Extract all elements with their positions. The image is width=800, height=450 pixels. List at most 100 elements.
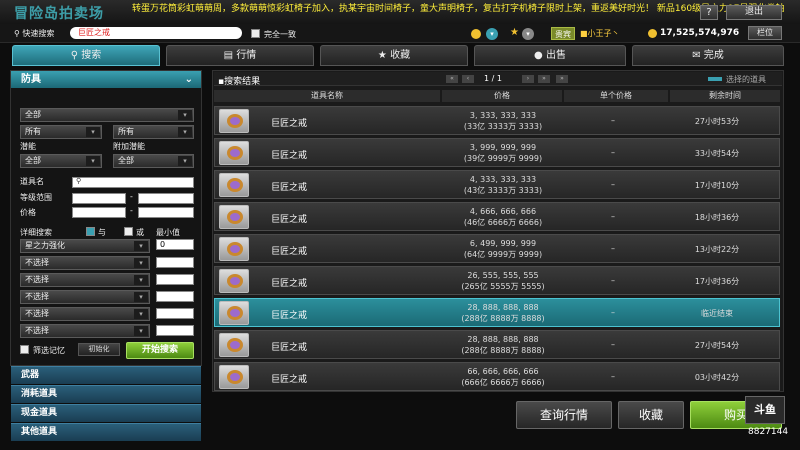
and-label: 与 xyxy=(98,228,106,237)
last-page-button[interactable]: » xyxy=(538,75,550,83)
prev-page-button[interactable]: ‹ xyxy=(462,75,474,83)
item-price: 66, 666, 666, 666 (666亿 6666万 6666) xyxy=(461,367,545,387)
selected-legend-label: 选择的道具 xyxy=(726,75,766,84)
or-checkbox[interactable] xyxy=(124,227,133,236)
item-price: 6, 499, 999, 999 (64亿 9999万 9999) xyxy=(463,239,543,259)
category-weapon[interactable]: 武器 xyxy=(11,366,201,384)
item-unit-price: – xyxy=(611,116,615,125)
ring-item-icon xyxy=(219,237,249,261)
favorite-button[interactable]: 收藏 xyxy=(618,401,684,429)
potential-select[interactable]: 全部 ▾ xyxy=(20,154,102,168)
table-row[interactable]: 巨匠之戒 6, 499, 999, 999 (64亿 9999万 9999) – 13小… xyxy=(214,234,780,263)
tab-complete[interactable]: ✉ 完成 xyxy=(632,45,784,66)
extra-page-button[interactable]: » xyxy=(556,75,568,83)
item-unit-price: – xyxy=(611,276,615,285)
help-button[interactable]: ? xyxy=(700,5,718,20)
item-price: 4, 666, 666, 666 (46亿 6666万 6666) xyxy=(463,207,543,227)
quick-search-label: ⚲ 快速搜索 xyxy=(14,29,55,38)
and-checkbox[interactable] xyxy=(86,227,95,236)
item-time-left: 17小时10分 xyxy=(694,181,740,190)
window-title: 冒险岛拍卖场 xyxy=(14,6,104,22)
table-row[interactable]: 巨匠之戒 4, 666, 666, 666 (46亿 6666万 6666) – 18小… xyxy=(214,202,780,231)
stat-value-1[interactable]: 0 xyxy=(156,239,194,250)
stat-value-5[interactable] xyxy=(156,308,194,319)
column-header-price[interactable]: 价格 xyxy=(442,90,562,102)
column-header-unit-price[interactable]: 单个价格 xyxy=(564,90,668,102)
table-row[interactable]: 巨匠之戒 3, 999, 999, 999 (39亿 9999万 9999) – 33小… xyxy=(214,138,780,167)
column-header-name[interactable]: 道具名称 xyxy=(214,90,440,102)
item-price: 3, 333, 333, 333 (33亿 3333万 3333) xyxy=(463,111,543,131)
mail-icon: ✉ xyxy=(692,50,704,61)
item-time-left: 13小时22分 xyxy=(694,245,740,254)
market-query-button[interactable]: 查询行情 xyxy=(516,401,612,429)
job-select-1[interactable]: 所有 ▾ xyxy=(20,125,102,139)
price-max-input[interactable] xyxy=(138,207,194,218)
stat-select-4[interactable]: 不选择 ▾ xyxy=(20,290,150,304)
stat-select-1[interactable]: 星之力强化 ▾ xyxy=(20,239,150,253)
extra-potential-select[interactable]: 全部 ▾ xyxy=(113,154,194,168)
tab-favorites[interactable]: ★ 收藏 xyxy=(320,45,468,66)
stat-select-3[interactable]: 不选择 ▾ xyxy=(20,273,150,287)
reset-button[interactable]: 初始化 xyxy=(78,343,120,356)
item-name: 巨匠之戒 xyxy=(271,279,308,289)
item-unit-price: – xyxy=(611,340,615,349)
level-range-label: 等级范围 xyxy=(20,193,52,202)
stat-select-2[interactable]: 不选择 ▾ xyxy=(20,256,150,270)
stat-value-6[interactable] xyxy=(156,325,194,336)
category-header[interactable]: 防具 ⌄ xyxy=(11,71,201,88)
stat-select-6[interactable]: 不选择 ▾ xyxy=(20,324,150,338)
table-row[interactable]: 巨匠之戒 28, 888, 888, 888 (288亿 8888万 8888) – 2… xyxy=(214,330,780,359)
column-header-time[interactable]: 剩余时间 xyxy=(670,90,780,102)
category-cash[interactable]: 现金道具 xyxy=(11,404,201,422)
item-price: 28, 888, 888, 888 (288亿 8888万 8888) xyxy=(461,335,545,355)
item-name-input[interactable]: ⚲ xyxy=(72,177,194,188)
stat-value-4[interactable] xyxy=(156,291,194,302)
exit-button[interactable]: 退出 xyxy=(726,5,782,20)
price-min-input[interactable] xyxy=(72,207,126,218)
selected-legend-swatch xyxy=(708,77,722,81)
exact-match-checkbox[interactable] xyxy=(251,29,260,38)
slot-button[interactable]: 栏位 xyxy=(748,26,782,40)
chevron-down-icon: ▾ xyxy=(86,127,100,137)
detail-search-label: 详细搜索 xyxy=(20,228,52,237)
category-consumable[interactable]: 消耗道具 xyxy=(11,385,201,403)
first-page-button[interactable]: « xyxy=(446,75,458,83)
price-range-separator: - xyxy=(130,206,133,215)
quick-search-input[interactable]: 巨匠之戒 xyxy=(70,27,242,39)
table-row[interactable]: 巨匠之戒 66, 666, 666, 666 (666亿 6666万 6666) – 0… xyxy=(214,362,780,391)
min-value-label: 最小值 xyxy=(156,228,180,237)
table-row[interactable]: 巨匠之戒 28, 888, 888, 888 (288亿 8888万 8888) – 临… xyxy=(214,298,780,327)
table-row[interactable]: 巨匠之戒 4, 333, 333, 333 (43亿 3333万 3333) – 17小… xyxy=(214,170,780,199)
chevron-down-icon: ▾ xyxy=(178,110,192,120)
next-page-button[interactable]: › xyxy=(522,75,534,83)
dropdown-icon[interactable]: ▾ xyxy=(486,28,498,40)
search-icon: ⚲ xyxy=(14,29,20,38)
chevron-down-icon: ⌄ xyxy=(184,74,193,85)
category-other[interactable]: 其他道具 xyxy=(11,423,201,441)
item-name: 巨匠之戒 xyxy=(271,215,308,225)
start-search-button[interactable]: 开始搜索 xyxy=(126,342,194,359)
item-name: 巨匠之戒 xyxy=(271,343,308,353)
item-unit-price: – xyxy=(611,148,615,157)
stat-value-3[interactable] xyxy=(156,274,194,285)
stat-select-5[interactable]: 不选择 ▾ xyxy=(20,307,150,321)
ring-item-icon xyxy=(219,269,249,293)
job-select-2[interactable]: 所有 ▾ xyxy=(113,125,194,139)
stat-value-2[interactable] xyxy=(156,257,194,268)
tab-sell[interactable]: ● 出售 xyxy=(474,45,626,66)
table-row[interactable]: 巨匠之戒 3, 333, 333, 333 (33亿 3333万 3333) – 27小… xyxy=(214,106,780,135)
table-row[interactable]: 巨匠之戒 26, 555, 555, 555 (265亿 5555万 5555) – 1… xyxy=(214,266,780,295)
item-time-left: 33小时54分 xyxy=(694,149,740,158)
item-unit-price: – xyxy=(611,372,615,381)
item-price: 28, 888, 888, 888 (288亿 8888万 8888) xyxy=(461,303,545,323)
item-name: 巨匠之戒 xyxy=(271,151,308,161)
level-max-input[interactable] xyxy=(138,193,194,204)
remember-filter-checkbox[interactable] xyxy=(20,345,29,354)
tab-market[interactable]: ▤ 行情 xyxy=(166,45,314,66)
player-dropdown-icon[interactable]: ▾ xyxy=(522,28,534,40)
subcategory-select[interactable]: 全部 ▾ xyxy=(20,108,194,122)
vip-badge: 贵宾 xyxy=(551,27,575,40)
level-min-input[interactable] xyxy=(72,193,126,204)
page-indicator: 1 / 1 xyxy=(484,74,502,83)
tab-search[interactable]: ⚲ 搜索 xyxy=(12,45,160,66)
